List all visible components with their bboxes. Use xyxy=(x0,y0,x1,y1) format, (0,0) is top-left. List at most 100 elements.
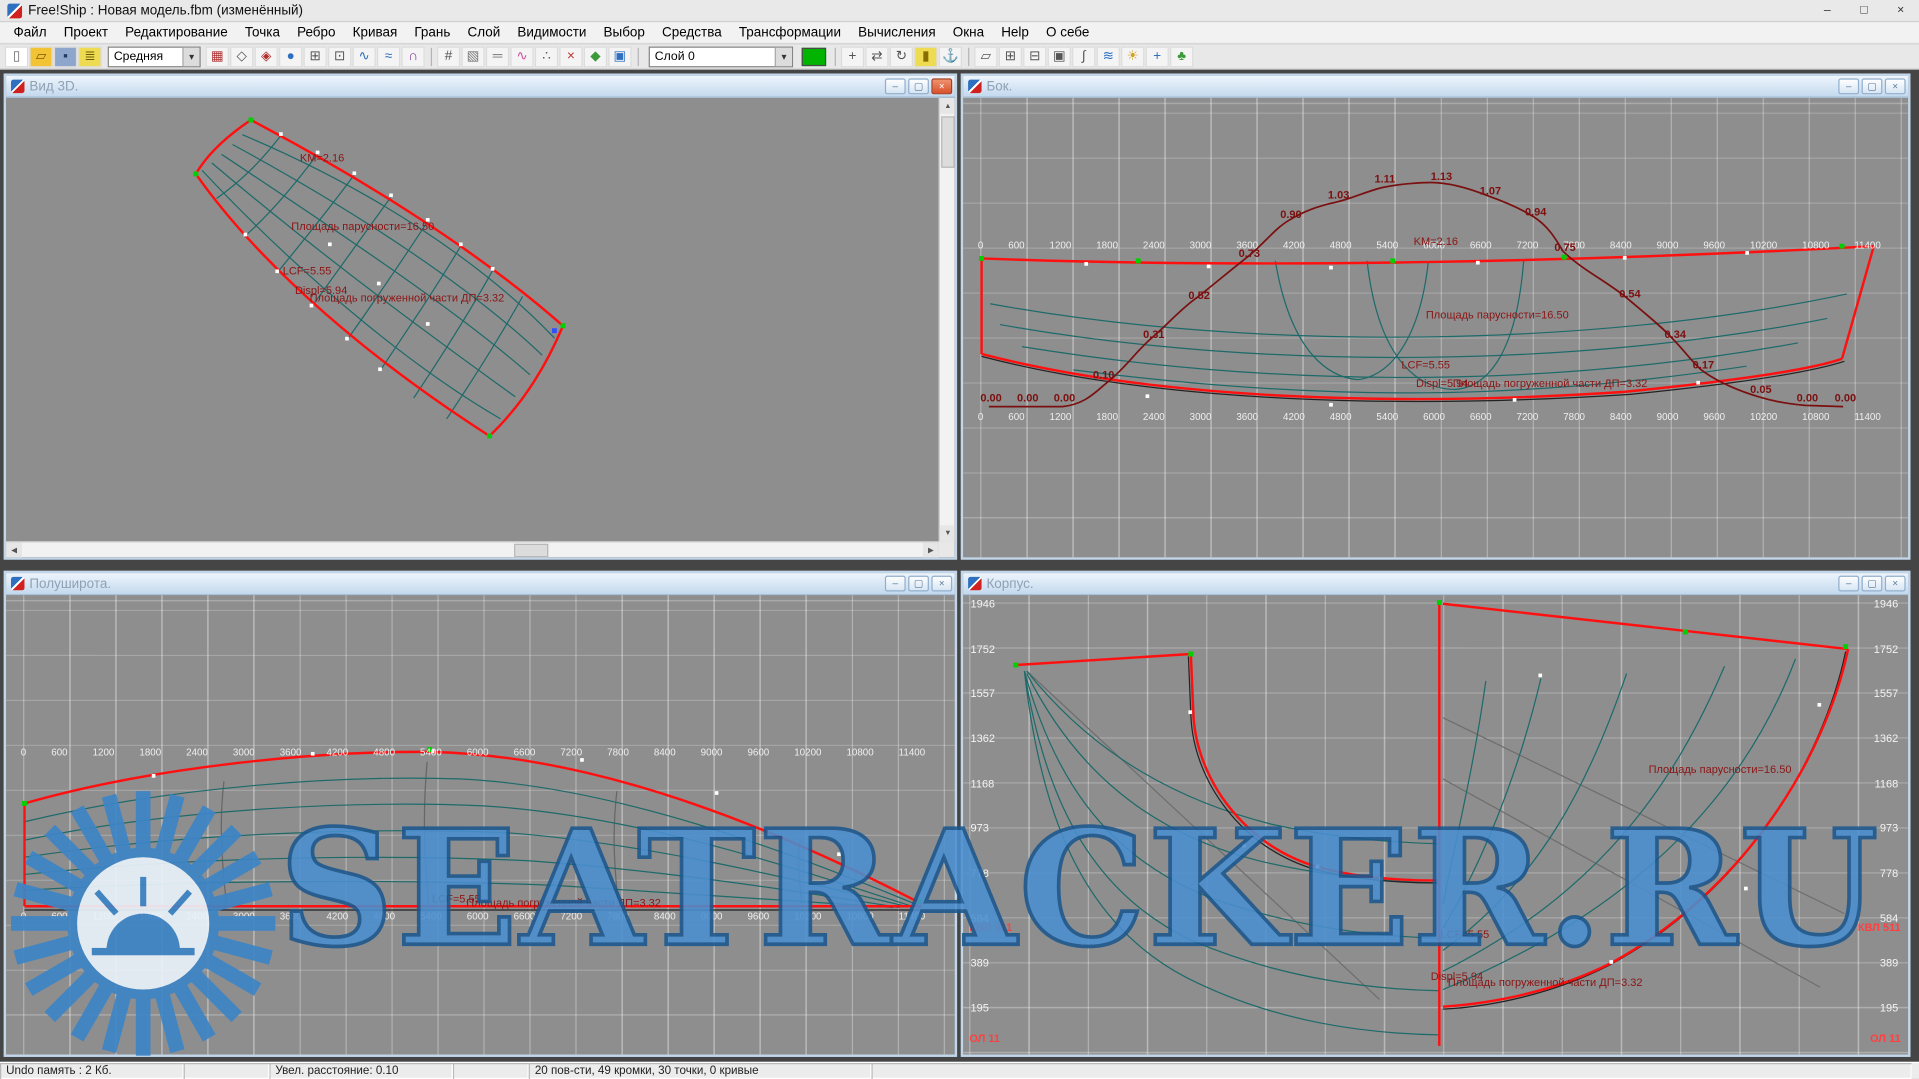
status-segment xyxy=(453,1063,529,1079)
bodyplan-title: Корпус. xyxy=(986,576,1033,591)
new-file-icon[interactable]: ▯ xyxy=(5,46,28,67)
crease-edges-icon[interactable]: ◈ xyxy=(255,46,278,67)
menu-item[interactable]: Выбор xyxy=(595,24,653,41)
save-icon[interactable]: ▪ xyxy=(54,46,77,67)
side-view-drawing xyxy=(963,98,1908,557)
scroll-down-icon: ▼ xyxy=(940,525,955,541)
toolbar-separator xyxy=(968,47,969,65)
control-net-icon[interactable]: ▦ xyxy=(206,46,229,67)
export-icon[interactable]: ≣ xyxy=(78,46,101,67)
menu-item[interactable]: Видимости xyxy=(509,24,595,41)
minimize-button[interactable]: – xyxy=(1838,78,1859,94)
precision-value: Средняя xyxy=(114,50,163,63)
restore-button[interactable]: ▢ xyxy=(908,78,929,94)
titlebar[interactable]: Free!Ship : Новая модель.fbm (изменённый… xyxy=(0,0,1919,22)
mirror-icon[interactable]: ⇄ xyxy=(865,46,888,67)
view3d-titlebar[interactable]: Вид 3D. – ▢ × xyxy=(6,76,955,98)
minimize-button[interactable]: – xyxy=(885,78,906,94)
minimize-button[interactable]: – xyxy=(1838,576,1859,592)
maximize-button[interactable]: □ xyxy=(1846,0,1883,21)
close-button[interactable]: × xyxy=(1885,576,1906,592)
monitor-icon[interactable]: ▣ xyxy=(608,46,631,67)
menu-item[interactable]: Средства xyxy=(653,24,730,41)
menu-item[interactable]: Ребро xyxy=(288,24,344,41)
close-button[interactable]: × xyxy=(1885,78,1906,94)
window-side-view: Бок. – ▢ × xyxy=(961,73,1911,559)
shapes-icon[interactable]: ▧ xyxy=(461,46,484,67)
spline-icon[interactable]: ∿ xyxy=(510,46,533,67)
menu-item[interactable]: Грань xyxy=(406,24,459,41)
subtract-box-icon[interactable]: ⊟ xyxy=(1023,46,1046,67)
developable-icon[interactable]: ◆ xyxy=(584,46,607,67)
precision-select[interactable]: Средняя ▾ xyxy=(108,46,201,67)
halfbreadth-titlebar[interactable]: Полуширота. – ▢ × xyxy=(6,573,955,595)
copy-icon[interactable]: ▣ xyxy=(1048,46,1071,67)
vertical-scrollbar[interactable]: ▲ ▼ xyxy=(939,98,955,541)
points-icon[interactable]: ∴ xyxy=(535,46,558,67)
close-button[interactable]: × xyxy=(931,78,952,94)
status-segment xyxy=(871,1063,1911,1079)
freeship-icon xyxy=(11,80,24,93)
intersections-icon[interactable]: # xyxy=(437,46,460,67)
tree-icon[interactable]: ♣ xyxy=(1170,46,1193,67)
toolbar-separator xyxy=(638,47,639,65)
wireframe-icon[interactable]: ◇ xyxy=(230,46,253,67)
horizontal-scrollbar[interactable]: ◀ ▶ xyxy=(6,541,939,557)
menu-item[interactable]: Файл xyxy=(5,24,55,41)
menu-item[interactable]: Редактирование xyxy=(117,24,237,41)
halfbreadth-drawing xyxy=(6,595,955,1054)
ruler-icon[interactable]: ═ xyxy=(486,46,509,67)
sun-icon[interactable]: ☀ xyxy=(1121,46,1144,67)
menu-item[interactable]: О себе xyxy=(1037,24,1097,41)
restore-button[interactable]: ▢ xyxy=(908,576,929,592)
crosshair-icon[interactable]: + xyxy=(1146,46,1169,67)
layer-color-swatch[interactable] xyxy=(802,47,826,65)
move-icon[interactable]: + xyxy=(841,46,864,67)
scrollbar-thumb xyxy=(514,544,548,557)
halfbreadth-canvas[interactable]: 0600120018002400300036004200480054006000… xyxy=(6,595,955,1054)
side-view-canvas[interactable]: 0600120018002400300036004200480054006000… xyxy=(963,98,1908,557)
restore-button[interactable]: ▢ xyxy=(1862,78,1883,94)
menu-item[interactable]: Окна xyxy=(944,24,992,41)
restore-button[interactable]: ▢ xyxy=(1862,576,1883,592)
freeship-icon xyxy=(11,577,24,590)
grid-icon[interactable]: ⊞ xyxy=(304,46,327,67)
lock-icon[interactable]: ▮ xyxy=(914,46,937,67)
waterlines-icon[interactable]: ≈ xyxy=(377,46,400,67)
menu-item[interactable]: Help xyxy=(993,24,1038,41)
rotate-icon[interactable]: ↻ xyxy=(890,46,913,67)
menu-item[interactable]: Слой xyxy=(459,24,509,41)
side-title: Бок. xyxy=(986,79,1012,94)
bodyplan-titlebar[interactable]: Корпус. – ▢ × xyxy=(963,573,1908,595)
close-button[interactable]: × xyxy=(1882,0,1919,21)
app-icon xyxy=(7,3,22,18)
hull-3d-drawing xyxy=(6,98,955,557)
menu-item[interactable]: Трансформации xyxy=(730,24,849,41)
minimize-button[interactable]: – xyxy=(1809,0,1846,21)
side-titlebar[interactable]: Бок. – ▢ × xyxy=(963,76,1908,98)
window-bodyplan-view: Корпус. – ▢ × xyxy=(961,571,1911,1057)
plane-icon[interactable]: ▱ xyxy=(974,46,997,67)
menu-item[interactable]: Кривая xyxy=(344,24,406,41)
minimize-button[interactable]: – xyxy=(885,576,906,592)
hydrostatics-icon[interactable]: ≋ xyxy=(1097,46,1120,67)
scroll-right-icon: ▶ xyxy=(923,543,939,558)
freeship-app: Free!Ship : Новая модель.fbm (изменённый… xyxy=(0,0,1919,1079)
sections-icon[interactable]: ∿ xyxy=(352,46,375,67)
grid-numbers-icon[interactable]: ⊡ xyxy=(328,46,351,67)
bodyplan-canvas[interactable]: 19461752155713621168973778584389195 1946… xyxy=(963,595,1908,1054)
view3d-canvas[interactable]: KM=2.16 Площадь парусности=16.50 LCF=5.5… xyxy=(6,98,955,557)
menu-item[interactable]: Вычисления xyxy=(850,24,945,41)
curvature-icon[interactable]: ∩ xyxy=(401,46,424,67)
menu-item[interactable]: Проект xyxy=(55,24,116,41)
layer-select[interactable]: Слой 0 ▾ xyxy=(649,46,793,67)
add-box-icon[interactable]: ⊞ xyxy=(999,46,1022,67)
integrate-icon[interactable]: ∫ xyxy=(1072,46,1095,67)
globe-icon[interactable]: ● xyxy=(279,46,302,67)
close-button[interactable]: × xyxy=(931,576,952,592)
window-halfbreadth-view: Полуширота. – ▢ × xyxy=(4,571,957,1057)
anchor-icon[interactable]: ⚓ xyxy=(939,46,962,67)
delete-icon[interactable]: × xyxy=(559,46,582,67)
open-folder-icon[interactable]: ▱ xyxy=(29,46,52,67)
menu-item[interactable]: Точка xyxy=(236,24,288,41)
